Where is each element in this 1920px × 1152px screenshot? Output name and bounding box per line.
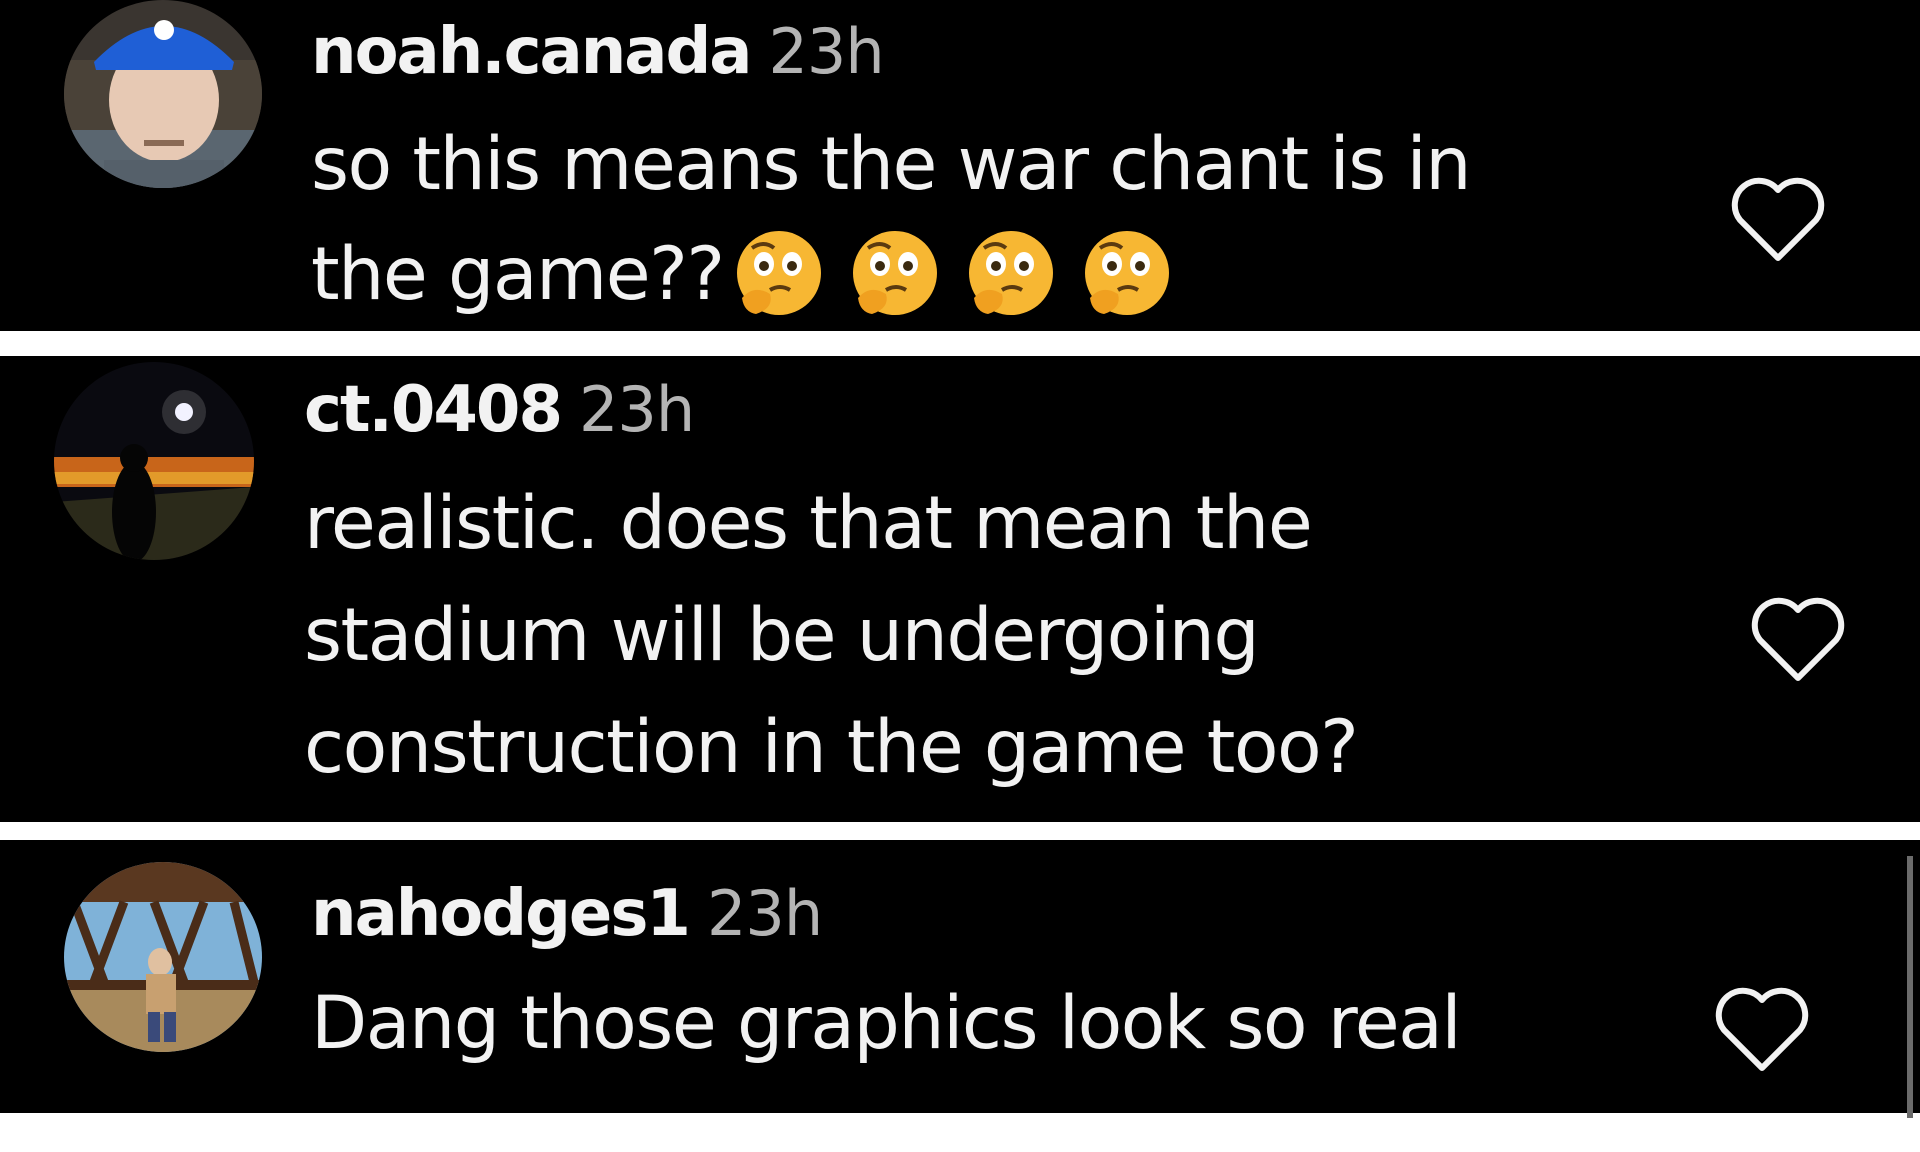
timestamp: 23h xyxy=(578,373,695,446)
comment-header: nahodges1 23h xyxy=(311,882,1460,946)
comments-page: noah.canada 23h so this means the war cha… xyxy=(0,0,1920,1152)
comment-line: so this means the war chant is in xyxy=(311,122,1472,207)
username[interactable]: nahodges1 xyxy=(311,877,691,951)
avatar[interactable] xyxy=(64,862,262,1052)
comment-line-with-emoji: the game?? xyxy=(311,220,1470,330)
username[interactable]: noah.canada xyxy=(311,15,752,89)
thinking-face-emoji xyxy=(1084,230,1169,315)
comment-item: ct.0408 23h realistic. does that mean the… xyxy=(0,356,1920,822)
heart-outline-icon xyxy=(1731,177,1825,261)
profile-photo-silhouette-night xyxy=(54,362,254,560)
thinking-face-emoji xyxy=(736,230,821,315)
emoji-group xyxy=(734,228,1172,318)
like-button[interactable] xyxy=(1712,986,1812,1076)
profile-photo-man-blue-cap xyxy=(64,0,262,188)
comment-text: realistic. does that mean the stadium wi… xyxy=(304,468,1359,804)
comment-line: realistic. does that mean the xyxy=(304,481,1313,566)
timestamp: 23h xyxy=(768,15,884,88)
comment-header: noah.canada 23h xyxy=(311,20,1470,84)
like-button[interactable] xyxy=(1728,176,1828,266)
comment-header: ct.0408 23h xyxy=(304,378,1357,442)
comment-line: the game?? xyxy=(311,232,725,317)
comment-text: so this means the war chant is in the ga… xyxy=(311,110,1472,330)
scrollbar[interactable] xyxy=(1907,856,1913,1118)
username[interactable]: ct.0408 xyxy=(304,373,563,447)
heart-outline-icon xyxy=(1751,597,1845,681)
thinking-face-emoji xyxy=(968,230,1053,315)
comment-line: construction in the game too? xyxy=(304,705,1359,790)
heart-outline-icon xyxy=(1715,987,1809,1071)
profile-photo-person-bridge xyxy=(64,862,262,1052)
thinking-face-emoji xyxy=(852,230,937,315)
timestamp: 23h xyxy=(706,877,823,950)
comment-line: stadium will be undergoing xyxy=(304,593,1260,678)
comment-item: nahodges1 23h Dang those graphics look so… xyxy=(0,840,1920,1113)
comment-line: Dang those graphics look so real xyxy=(311,981,1462,1066)
avatar[interactable] xyxy=(64,0,262,188)
like-button[interactable] xyxy=(1748,596,1848,686)
comment-text: Dang those graphics look so real xyxy=(311,968,1462,1080)
avatar[interactable] xyxy=(54,362,254,560)
comment-item: noah.canada 23h so this means the war cha… xyxy=(0,0,1920,331)
